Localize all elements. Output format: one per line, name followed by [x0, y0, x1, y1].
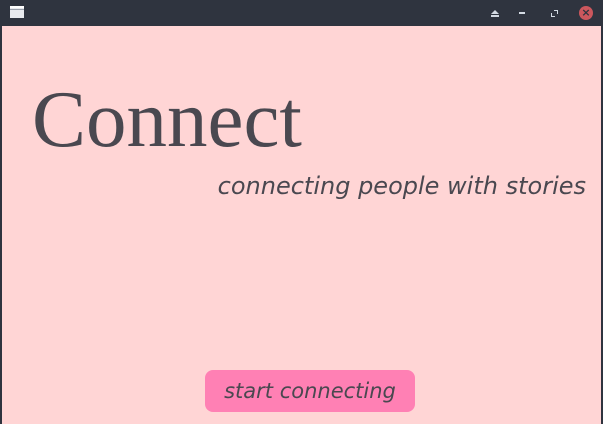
tagline: connecting people with stories [217, 172, 586, 200]
maximize-button[interactable] [545, 4, 563, 22]
app-window: × Connect connecting people with stories… [0, 0, 603, 424]
maximize-icon [550, 9, 558, 17]
start-connecting-button[interactable]: start connecting [205, 370, 415, 412]
eject-icon [491, 10, 499, 17]
close-button[interactable]: × [577, 4, 595, 22]
minimize-icon [519, 12, 525, 14]
app-title: Connect [32, 74, 302, 164]
minimize-button[interactable] [513, 4, 531, 22]
title-bar[interactable]: × [0, 0, 603, 26]
main-content: Connect connecting people with stories s… [2, 26, 601, 424]
close-icon: × [579, 6, 593, 20]
shade-button[interactable] [486, 4, 504, 22]
window-icon[interactable] [10, 6, 24, 18]
